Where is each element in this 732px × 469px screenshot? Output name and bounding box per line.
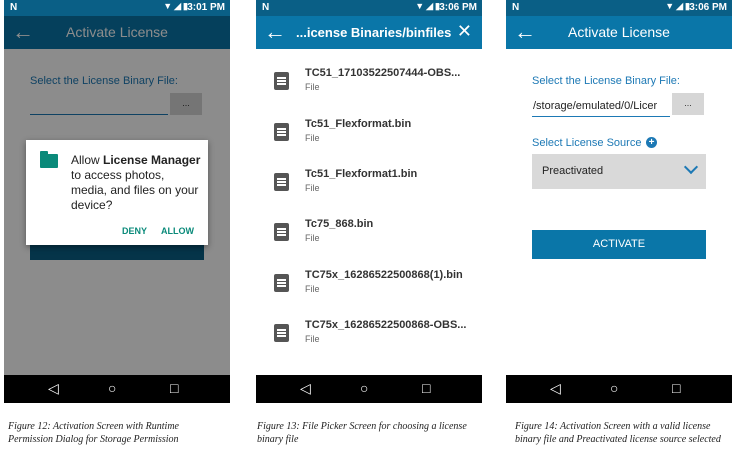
file-name: Tc51_Flexformat.bin — [305, 118, 412, 130]
nav-bar: ◁ ○ □ — [506, 375, 732, 403]
nav-back-icon[interactable]: ◁ — [550, 380, 561, 397]
file-list-item[interactable]: TC51_17103522507444-OBS... File — [256, 60, 482, 110]
file-icon — [274, 173, 289, 191]
phone-screen-permission: N ▼◢▮ 3:01 PM ← Activate License Select … — [4, 0, 230, 403]
add-source-plus-icon[interactable]: + — [646, 137, 657, 148]
notification-indicator: N — [512, 2, 520, 13]
figure-12-caption: Figure 12: Activation Screen with Runtim… — [8, 421, 179, 445]
license-source-label: Select License Source — [532, 137, 642, 149]
close-icon[interactable]: ✕ — [457, 21, 472, 42]
message-post: to access photos, media, and files on yo… — [71, 168, 199, 212]
file-type: File — [305, 82, 320, 92]
app-bar: ← ...icense Binaries/binfiles ✕ — [256, 16, 482, 49]
nav-back-icon[interactable]: ◁ — [48, 380, 59, 397]
status-bar: N ▼◢▮ 3:06 PM — [256, 0, 482, 16]
file-icon — [274, 123, 289, 141]
status-time: 3:06 PM — [439, 2, 477, 13]
file-icon — [274, 223, 289, 241]
allow-button[interactable]: ALLOW — [161, 226, 194, 236]
file-name: TC75x_16286522500868(1).bin — [305, 269, 463, 281]
file-list-item[interactable]: TC75x_16286522500868-OBS... File — [256, 312, 482, 362]
back-arrow-icon[interactable]: ← — [264, 18, 286, 46]
figure-14-caption: Figure 14: Activation Screen with a vali… — [515, 421, 721, 445]
chevron-down-icon — [683, 159, 699, 175]
file-icon — [274, 324, 289, 342]
license-source-value: Preactivated — [542, 165, 604, 177]
nav-recents-icon[interactable]: □ — [170, 380, 178, 396]
file-list-item[interactable]: Tc51_Flexformat.bin File — [256, 111, 482, 161]
nav-home-icon[interactable]: ○ — [108, 380, 116, 396]
file-name: TC51_17103522507444-OBS... — [305, 67, 461, 79]
folder-path-title: ...icense Binaries/binfiles — [296, 25, 452, 40]
message-pre: Allow — [71, 153, 104, 167]
nav-recents-icon[interactable]: □ — [672, 380, 680, 396]
folder-icon — [40, 151, 58, 168]
page-title: Activate License — [568, 24, 670, 40]
browse-button[interactable]: ... — [672, 93, 704, 115]
nav-home-icon[interactable]: ○ — [360, 380, 368, 396]
file-type: File — [305, 284, 320, 294]
app-bar: ← Activate License — [506, 16, 732, 49]
nav-back-icon[interactable]: ◁ — [300, 380, 311, 397]
status-time: 3:01 PM — [187, 2, 225, 13]
notification-indicator: N — [262, 2, 270, 13]
file-type: File — [305, 233, 320, 243]
status-time: 3:06 PM — [689, 2, 727, 13]
status-bar: N ▼◢▮ 3:06 PM — [506, 0, 732, 16]
phone-screen-activation: N ▼◢▮ 3:06 PM ← Activate License Select … — [506, 0, 732, 403]
permission-message: Allow License Manager to access photos, … — [71, 153, 201, 213]
phone-screen-file-picker: N ▼◢▮ 3:06 PM ← ...icense Binaries/binfi… — [256, 0, 482, 403]
file-name: Tc75_868.bin — [305, 218, 374, 230]
activate-button[interactable]: ACTIVATE — [532, 230, 706, 259]
file-type: File — [305, 133, 320, 143]
file-type: File — [305, 334, 320, 344]
message-app-name: License Manager — [103, 153, 201, 167]
file-list-item[interactable]: TC75x_16286522500868(1).bin File — [256, 262, 482, 312]
file-path-input[interactable]: /storage/emulated/0/Licer — [532, 95, 670, 117]
file-icon — [274, 274, 289, 292]
nav-bar: ◁ ○ □ — [256, 375, 482, 403]
file-list-item[interactable]: Tc51_Flexformat1.bin File — [256, 161, 482, 211]
status-bar: N ▼◢▮ 3:01 PM — [4, 0, 230, 16]
deny-button[interactable]: DENY — [122, 226, 147, 236]
signal-wifi-battery-icon: ▼◢▮ — [415, 1, 442, 11]
signal-wifi-battery-icon: ▼◢▮ — [665, 1, 692, 11]
license-source-select[interactable]: Preactivated — [532, 154, 706, 189]
file-name: Tc51_Flexformat1.bin — [305, 168, 418, 180]
file-icon — [274, 72, 289, 90]
figure-13-caption: Figure 13: File Picker Screen for choosi… — [257, 421, 467, 445]
signal-wifi-battery-icon: ▼◢▮ — [163, 1, 190, 11]
nav-home-icon[interactable]: ○ — [610, 380, 618, 396]
nav-recents-icon[interactable]: □ — [422, 380, 430, 396]
file-label: Select the License Binary File: — [532, 75, 680, 87]
file-type: File — [305, 183, 320, 193]
file-list-item[interactable]: Tc75_868.bin File — [256, 211, 482, 261]
permission-dialog: Allow License Manager to access photos, … — [26, 140, 208, 245]
file-name: TC75x_16286522500868-OBS... — [305, 319, 467, 331]
nav-bar: ◁ ○ □ — [4, 375, 230, 403]
notification-indicator: N — [10, 2, 18, 13]
